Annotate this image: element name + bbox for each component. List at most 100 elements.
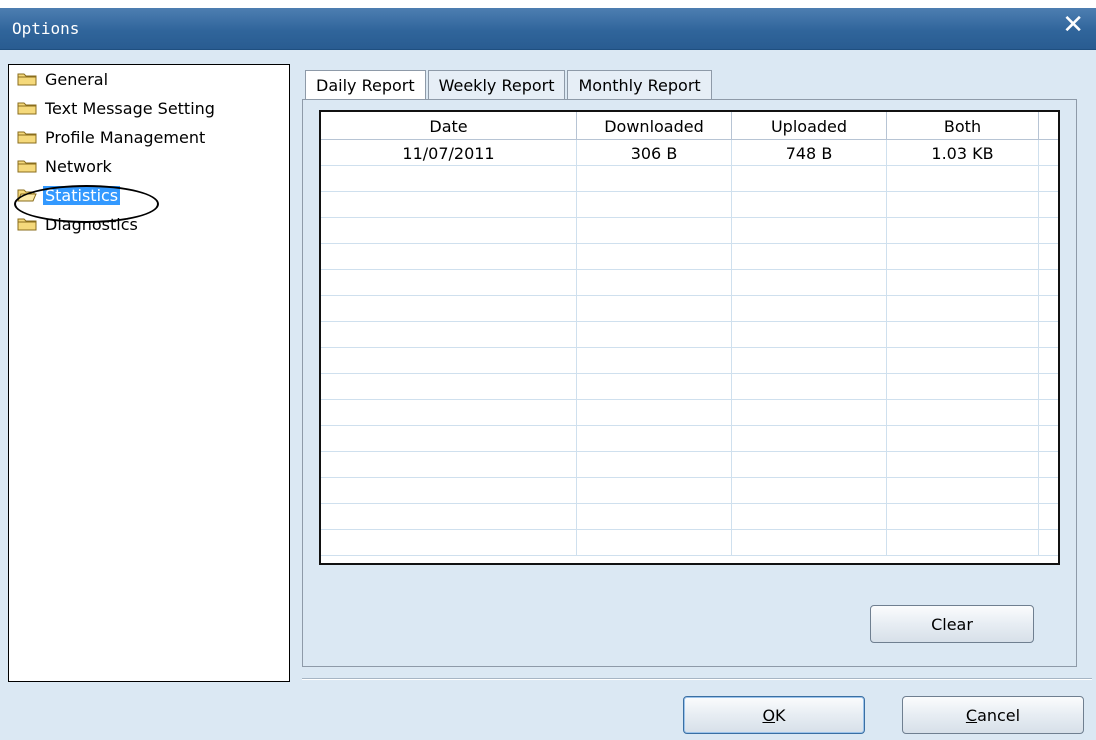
close-icon[interactable]: ✕ xyxy=(1062,10,1084,40)
empty-table-row[interactable] xyxy=(321,426,1058,452)
empty-table-row[interactable] xyxy=(321,322,1058,348)
tree-item-diagnostics[interactable]: Diagnostics xyxy=(17,210,140,238)
column-header-downloaded[interactable]: Downloaded xyxy=(577,112,732,140)
tab-daily-report[interactable]: Daily Report xyxy=(305,70,426,100)
table-cell xyxy=(577,374,732,400)
table-cell xyxy=(1039,348,1058,374)
empty-table-row[interactable] xyxy=(321,166,1058,192)
table-cell xyxy=(887,166,1039,192)
table-cell xyxy=(887,322,1039,348)
table-cell xyxy=(577,348,732,374)
table-cell xyxy=(321,400,577,426)
table-cell xyxy=(732,452,887,478)
empty-table-row[interactable] xyxy=(321,348,1058,374)
table-cell xyxy=(321,166,577,192)
table-cell xyxy=(1039,452,1058,478)
table-cell xyxy=(321,296,577,322)
empty-table-row[interactable] xyxy=(321,374,1058,400)
tree-item-text-message-setting[interactable]: Text Message Setting xyxy=(17,94,217,122)
cancel-mnemonic: C xyxy=(965,705,978,725)
table-cell xyxy=(887,452,1039,478)
column-header-uploaded[interactable]: Uploaded xyxy=(732,112,887,140)
folder-icon xyxy=(17,102,37,115)
empty-table-row[interactable] xyxy=(321,192,1058,218)
table-cell: 1.03 KB xyxy=(887,140,1039,166)
table-cell xyxy=(732,244,887,270)
column-header-date[interactable]: Date xyxy=(321,112,577,140)
table-cell xyxy=(887,192,1039,218)
empty-table-row[interactable] xyxy=(321,244,1058,270)
empty-table-row[interactable] xyxy=(321,296,1058,322)
table-cell xyxy=(887,218,1039,244)
tree-item-profile-management[interactable]: Profile Management xyxy=(17,123,207,151)
cancel-label-rest: ancel xyxy=(977,705,1021,725)
table-cell xyxy=(887,244,1039,270)
table-cell xyxy=(577,452,732,478)
table-cell xyxy=(732,270,887,296)
table-cell xyxy=(321,374,577,400)
folder-icon xyxy=(17,160,37,173)
table-cell xyxy=(732,322,887,348)
column-header-both[interactable]: Both xyxy=(887,112,1039,140)
table-cell xyxy=(577,218,732,244)
table-cell xyxy=(732,530,887,556)
table-cell xyxy=(732,166,887,192)
table-cell xyxy=(577,166,732,192)
table-cell xyxy=(1039,504,1058,530)
empty-table-row[interactable] xyxy=(321,504,1058,530)
table-cell xyxy=(732,192,887,218)
options-tree: General Text Message Setting Profile Man… xyxy=(8,64,290,682)
empty-table-row[interactable] xyxy=(321,400,1058,426)
report-tabs: Daily Report Weekly Report Monthly Repor… xyxy=(305,70,714,100)
cancel-button[interactable]: Cancel xyxy=(902,696,1084,734)
table-cell xyxy=(732,400,887,426)
table-cell xyxy=(732,296,887,322)
tree-item-general[interactable]: General xyxy=(17,65,110,93)
table-cell: 306 B xyxy=(577,140,732,166)
table-cell xyxy=(1039,140,1058,166)
column-header-filler xyxy=(1039,112,1058,140)
title-bar[interactable]: Options ✕ xyxy=(0,8,1096,50)
table-cell xyxy=(732,348,887,374)
empty-table-row[interactable] xyxy=(321,270,1058,296)
table-body: 11/07/2011 306 B 748 B 1.03 KB xyxy=(321,140,1058,556)
table-cell xyxy=(321,270,577,296)
table-cell xyxy=(577,296,732,322)
table-cell xyxy=(1039,530,1058,556)
table-cell xyxy=(321,192,577,218)
tab-weekly-report[interactable]: Weekly Report xyxy=(427,70,566,100)
table-cell xyxy=(577,478,732,504)
empty-table-row[interactable] xyxy=(321,530,1058,556)
options-dialog: Options ✕ General Text Message Setting P… xyxy=(0,8,1096,740)
tree-item-label: Statistics xyxy=(43,185,121,205)
window-title: Options xyxy=(12,19,80,38)
ok-button[interactable]: OK xyxy=(683,696,865,734)
table-cell xyxy=(577,426,732,452)
table-cell xyxy=(1039,218,1058,244)
tree-item-network[interactable]: Network xyxy=(17,152,114,180)
folder-icon xyxy=(17,131,37,144)
empty-table-row[interactable] xyxy=(321,478,1058,504)
table-header: Date Downloaded Uploaded Both xyxy=(321,112,1058,140)
table-cell xyxy=(887,348,1039,374)
table-cell xyxy=(1039,192,1058,218)
tab-monthly-report[interactable]: Monthly Report xyxy=(567,70,712,100)
empty-table-row[interactable] xyxy=(321,452,1058,478)
table-cell xyxy=(732,374,887,400)
table-cell xyxy=(732,478,887,504)
table-cell xyxy=(321,322,577,348)
clear-button[interactable]: Clear xyxy=(870,605,1034,643)
table-cell xyxy=(887,400,1039,426)
tree-item-statistics[interactable]: Statistics xyxy=(17,181,121,209)
table-cell xyxy=(1039,166,1058,192)
table-row[interactable]: 11/07/2011 306 B 748 B 1.03 KB xyxy=(321,140,1058,166)
table-cell xyxy=(887,530,1039,556)
table-cell xyxy=(1039,426,1058,452)
table-cell xyxy=(321,348,577,374)
empty-table-row[interactable] xyxy=(321,218,1058,244)
table-cell xyxy=(577,192,732,218)
table-cell: 11/07/2011 xyxy=(321,140,577,166)
table-cell xyxy=(321,452,577,478)
statistics-table[interactable]: Date Downloaded Uploaded Both 11/07/2011… xyxy=(319,110,1060,565)
table-cell xyxy=(887,504,1039,530)
